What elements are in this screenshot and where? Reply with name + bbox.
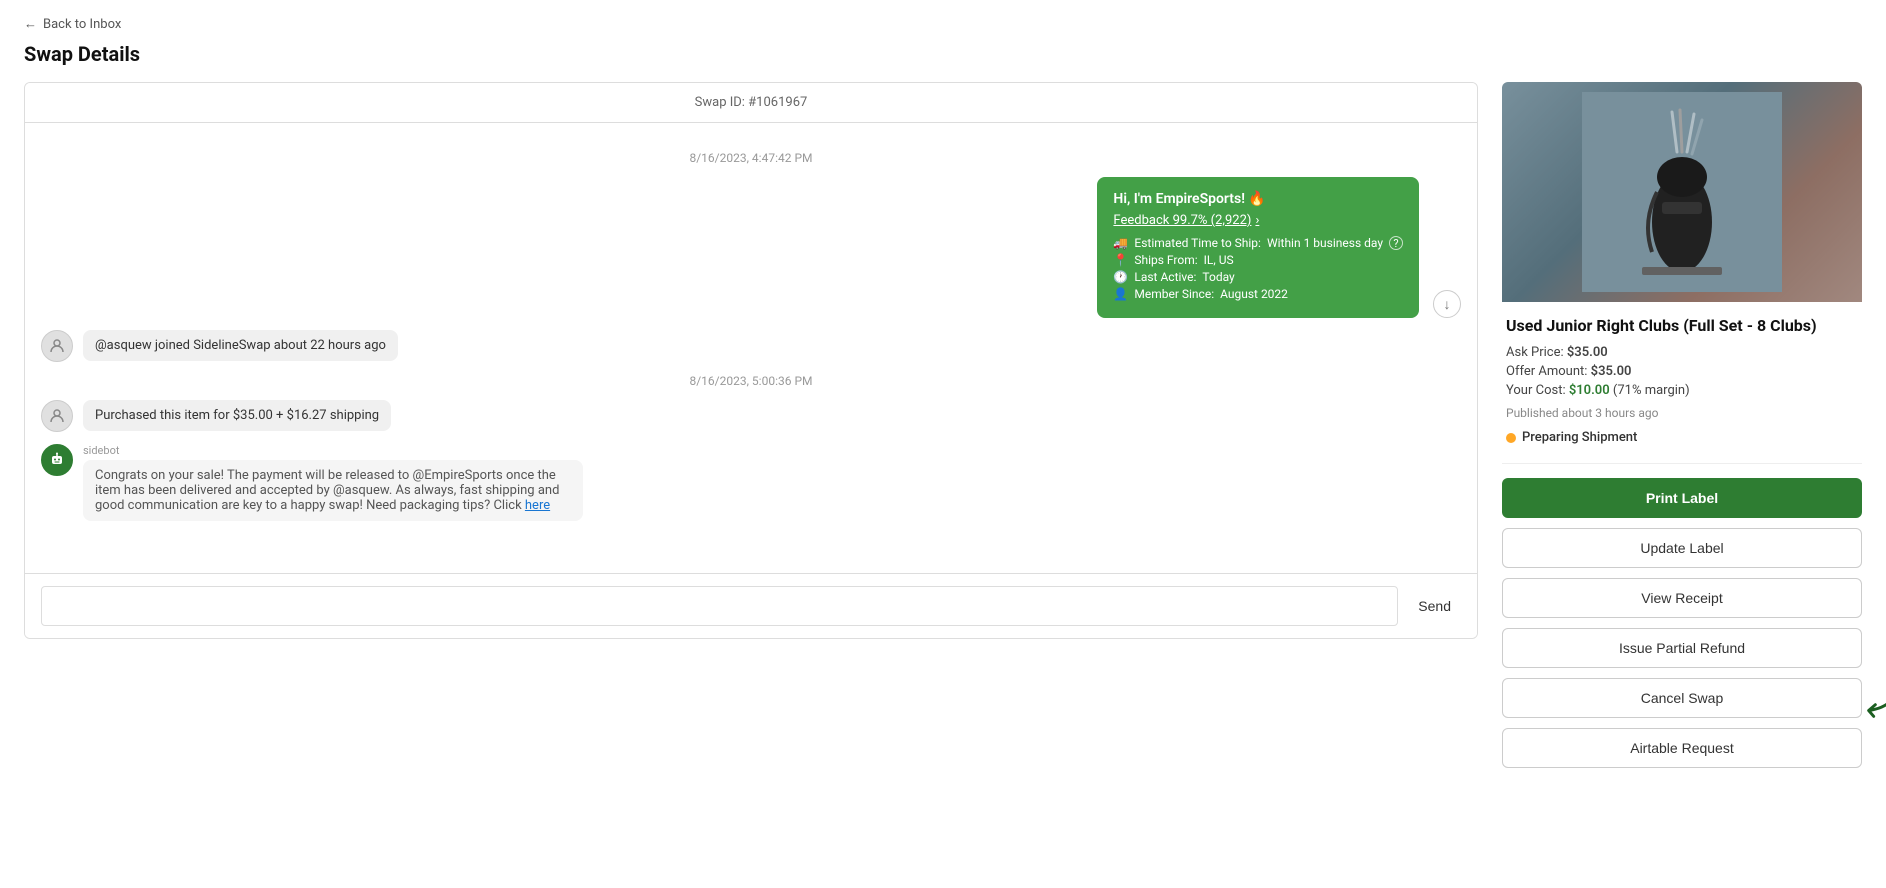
swap-id-bar: Swap ID: #1061967 [25,83,1477,123]
system-avatar [41,330,73,362]
system-event-bubble: @asquew joined SidelineSwap about 22 hou… [83,330,398,361]
published-time: Published about 3 hours ago [1506,406,1858,420]
member-since-label: Member Since: [1134,287,1214,301]
your-cost-label: Your Cost: [1506,383,1566,398]
sidebot-avatar [41,444,73,476]
ask-price-row: Ask Price: $35.00 [1506,345,1858,360]
sidebot-message-row: sidebot Congrats on your sale! The payme… [41,444,1461,521]
page-container: ← Back to Inbox Swap Details Swap ID: #1… [0,0,1886,784]
last-active-value: Today [1202,270,1234,284]
purchase-message-row: Purchased this item for $35.00 + $16.27 … [41,400,1461,432]
timestamp-1: 8/16/2023, 4:47:42 PM [41,151,1461,165]
ship-time-row: 🚚 Estimated Time to Ship: Within 1 busin… [1113,236,1403,250]
ships-from-label: Ships From: [1134,253,1197,267]
offer-amount-value: $35.00 [1591,364,1632,379]
scroll-down-icon: ↓ [1444,296,1451,313]
person-icon: 👤 [1113,287,1128,301]
sidebot-label: sidebot [83,444,583,457]
your-cost-row: Your Cost: $10.00 (71% margin) [1506,383,1858,398]
bot-message-row: Hi, I'm EmpireSports! 🔥 Feedback 99.7% (… [41,177,1461,318]
clock-icon: 🕐 [1113,270,1128,284]
purchase-avatar [41,400,73,432]
feedback-link[interactable]: Feedback 99.7% (2,922) › [1113,213,1403,228]
chat-input[interactable] [41,586,1398,626]
purchase-bubble: Purchased this item for $35.00 + $16.27 … [83,400,391,431]
member-since-value: August 2022 [1220,287,1288,301]
bot-bubble: Hi, I'm EmpireSports! 🔥 Feedback 99.7% (… [1097,177,1419,318]
back-to-inbox-link[interactable]: ← Back to Inbox [24,16,1862,32]
offer-amount-row: Offer Amount: $35.00 [1506,364,1858,379]
product-image-placeholder [1502,82,1862,302]
update-label-button[interactable]: Update Label [1502,528,1862,568]
send-button[interactable]: Send [1408,592,1461,620]
issue-refund-button[interactable]: Issue Partial Refund [1502,628,1862,668]
member-since-row: 👤 Member Since: August 2022 [1113,287,1403,301]
last-active-row: 🕐 Last Active: Today [1113,270,1403,284]
last-active-label: Last Active: [1134,270,1196,284]
back-link-label: Back to Inbox [43,17,121,32]
action-buttons: Print Label Update Label View Receipt Is… [1502,478,1862,768]
feedback-text: Feedback 99.7% (2,922) [1113,213,1251,228]
chat-input-area: Send [25,573,1477,638]
view-receipt-button[interactable]: View Receipt [1502,578,1862,618]
margin-label: (71% margin) [1613,383,1690,398]
product-image [1502,82,1862,302]
feedback-arrow: › [1255,213,1259,228]
ships-from-row: 📍 Ships From: IL, US [1113,253,1403,267]
ask-price-value: $35.00 [1567,345,1608,360]
scroll-down-btn[interactable]: ↓ [1433,290,1461,318]
offer-amount-label: Offer Amount: [1506,364,1587,379]
question-icon: ? [1389,236,1403,250]
timestamp-2: 8/16/2023, 5:00:36 PM [41,374,1461,388]
ship-time-value: Within 1 business day [1267,236,1383,250]
sidebot-wrapper: sidebot Congrats on your sale! The payme… [83,444,583,521]
arrow-left-icon: ← [24,16,37,32]
system-event-row: @asquew joined SidelineSwap about 22 hou… [41,330,1461,362]
airtable-request-button[interactable]: Airtable Request [1502,728,1862,768]
product-title: Used Junior Right Clubs (Full Set - 8 Cl… [1506,316,1858,335]
sidebot-message-text: Congrats on your sale! The payment will … [95,468,559,513]
main-layout: Swap ID: #1061967 8/16/2023, 4:47:42 PM … [24,82,1862,768]
bot-header: Hi, I'm EmpireSports! 🔥 [1113,191,1403,207]
sidebot-bubble: Congrats on your sale! The payment will … [83,460,583,521]
ships-from-value: IL, US [1204,253,1234,267]
system-event-text: @asquew joined SidelineSwap about 22 hou… [95,338,386,353]
ship-time-label: Estimated Time to Ship: [1134,236,1261,250]
pin-icon: 📍 [1113,253,1128,267]
cancel-swap-button[interactable]: Cancel Swap [1502,678,1862,718]
status-badge: Preparing Shipment [1506,430,1858,445]
swap-id-text: Swap ID: #1061967 [695,95,808,110]
your-cost-value: $10.00 [1569,383,1610,398]
print-label-button[interactable]: Print Label [1502,478,1862,518]
ask-price-label: Ask Price: [1506,345,1564,360]
status-label: Preparing Shipment [1522,430,1637,445]
purchase-message-text: Purchased this item for $35.00 + $16.27 … [95,408,379,423]
page-title: Swap Details [24,42,1862,66]
sidebot-link[interactable]: here [525,498,550,513]
truck-icon: 🚚 [1113,236,1128,250]
cancel-swap-wrapper: Cancel Swap [1502,678,1862,718]
right-panel: Used Junior Right Clubs (Full Set - 8 Cl… [1502,82,1862,768]
status-dot [1506,433,1516,443]
chat-messages[interactable]: 8/16/2023, 4:47:42 PM Hi, I'm EmpireSpor… [25,123,1477,573]
product-info: Used Junior Right Clubs (Full Set - 8 Cl… [1502,302,1862,464]
chat-section: Swap ID: #1061967 8/16/2023, 4:47:42 PM … [24,82,1478,639]
